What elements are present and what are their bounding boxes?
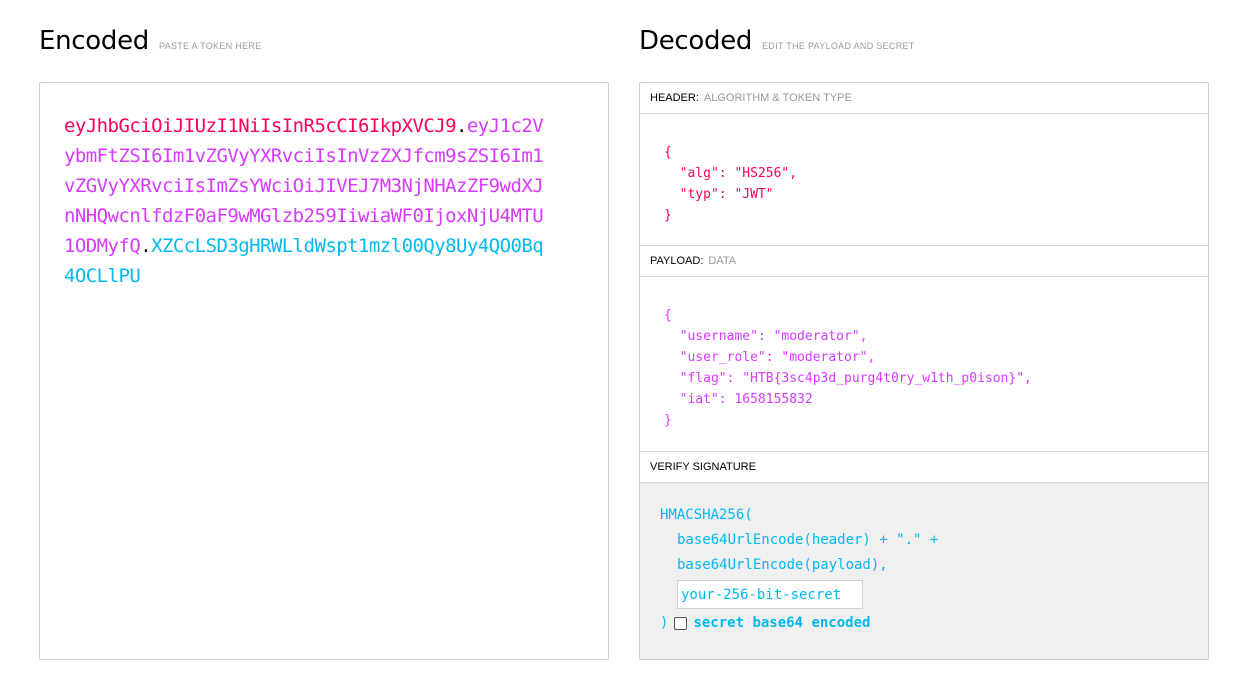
encoded-token-text[interactable]: eyJhbGciOiJIUzI1NiIsInR5cCI6IkpXVCJ9.eyJ… [64, 111, 544, 291]
header-section-heading: HEADER: ALGORITHM & TOKEN TYPE [640, 83, 1208, 114]
token-separator-dot: . [456, 115, 467, 137]
decoded-title: Decoded [639, 26, 753, 56]
decoded-heading: Decoded EDIT THE PAYLOAD AND SECRET [639, 26, 915, 56]
payload-section-label: PAYLOAD: [650, 255, 704, 267]
payload-json-text[interactable]: { "username": "moderator", "user_role": … [664, 305, 1208, 431]
hmac-header-line: base64UrlEncode(header) + "." + [677, 532, 939, 548]
base64-secret-label[interactable]: secret base64 encoded [693, 611, 870, 636]
base64-secret-row: ) secret base64 encoded [660, 611, 1208, 636]
header-json-text[interactable]: { "alg": "HS256", "typ": "JWT" } [664, 142, 1208, 226]
token-separator-dot: . [140, 235, 152, 257]
header-section-label: HEADER: [650, 92, 699, 104]
verify-signature-heading: VERIFY SIGNATURE [640, 452, 1208, 483]
secret-input[interactable] [677, 580, 863, 609]
payload-section-description: DATA [708, 255, 737, 267]
header-json-editor[interactable]: { "alg": "HS256", "typ": "JWT" } [640, 114, 1208, 246]
encoded-subtitle: PASTE A TOKEN HERE [159, 41, 262, 51]
verify-signature-label: VERIFY SIGNATURE [650, 461, 756, 473]
decoded-panel: HEADER: ALGORITHM & TOKEN TYPE { "alg": … [639, 82, 1209, 660]
encoded-token-editor[interactable]: eyJhbGciOiJIUzI1NiIsInR5cCI6IkpXVCJ9.eyJ… [39, 82, 609, 660]
payload-json-editor[interactable]: { "username": "moderator", "user_role": … [640, 277, 1208, 452]
verify-signature-body: HMACSHA256( base64UrlEncode(header) + ".… [640, 483, 1208, 659]
base64-secret-checkbox[interactable] [674, 617, 688, 630]
hmac-payload-line: base64UrlEncode(payload), [677, 557, 888, 573]
hmac-function-open: HMACSHA256( [660, 507, 753, 523]
encoded-title: Encoded [39, 26, 150, 56]
token-header-part: eyJhbGciOiJIUzI1NiIsInR5cCI6IkpXVCJ9 [64, 115, 457, 137]
encoded-heading: Encoded PASTE A TOKEN HERE [39, 26, 261, 56]
hmac-close-paren: ) [660, 615, 669, 631]
decoded-subtitle: EDIT THE PAYLOAD AND SECRET [762, 41, 915, 51]
header-section-description: ALGORITHM & TOKEN TYPE [703, 92, 852, 104]
payload-section-heading: PAYLOAD: DATA [640, 246, 1208, 277]
